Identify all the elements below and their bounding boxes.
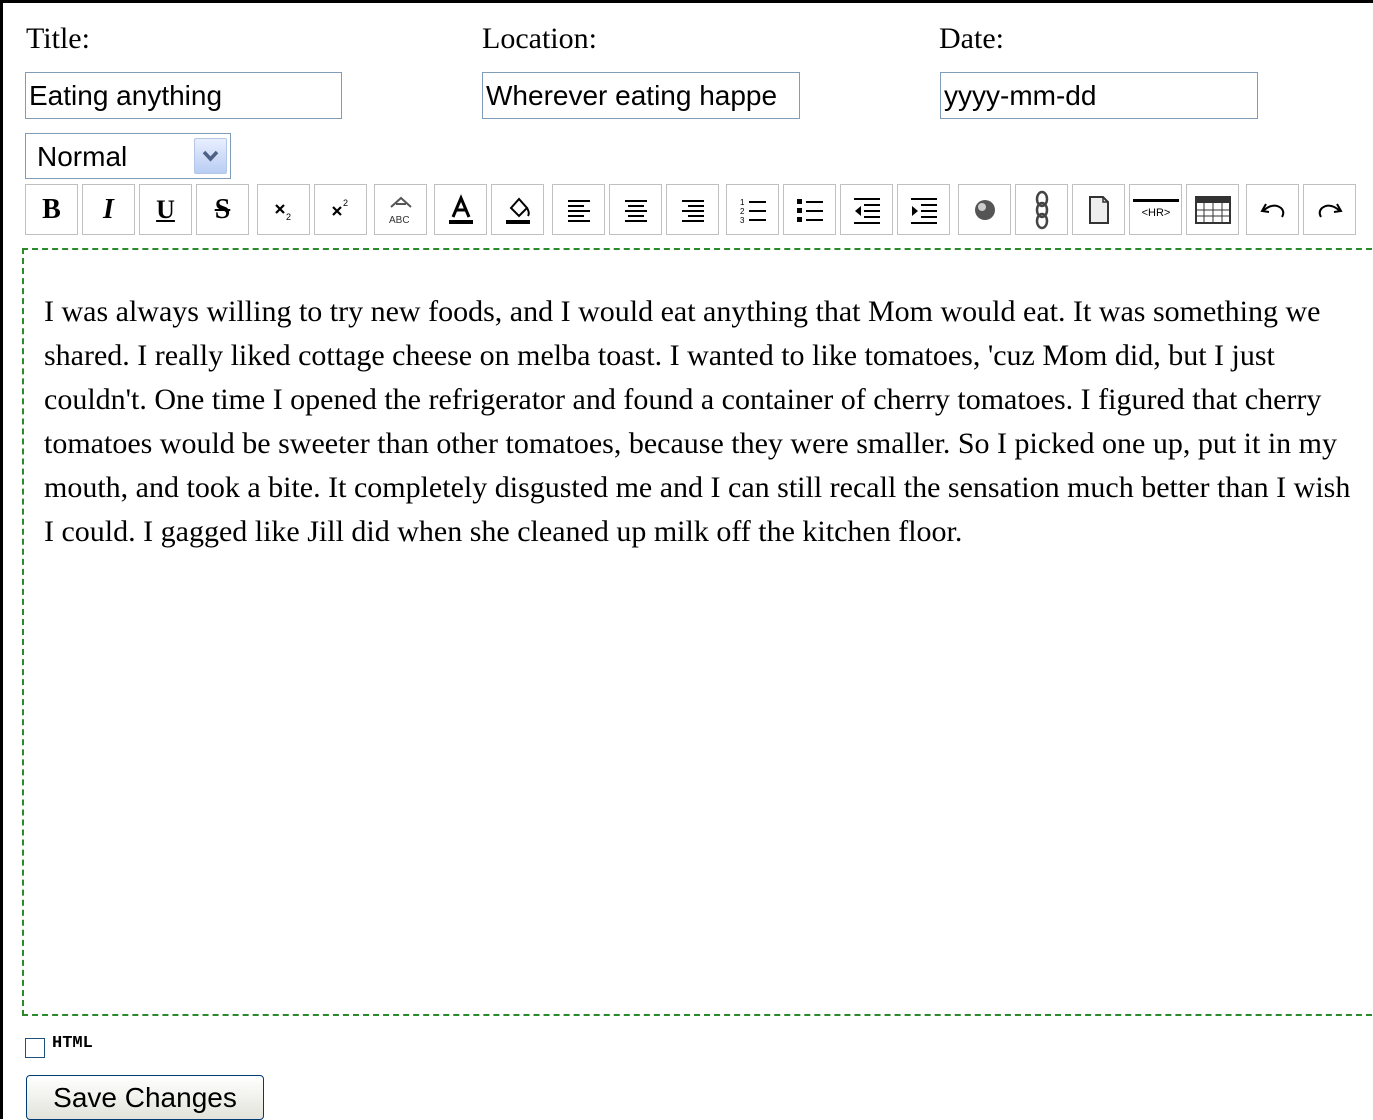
paragraph-style-select[interactable]: Normal (25, 133, 231, 179)
date-label: Date: (939, 22, 1004, 55)
strikethrough-icon: S (214, 193, 231, 225)
date-input[interactable]: yyyy-mm-dd (940, 72, 1258, 119)
spellcheck-icon: ABC (385, 193, 417, 227)
insert-image-button[interactable] (958, 184, 1011, 235)
indent-button[interactable] (897, 184, 950, 235)
outdent-icon (852, 195, 882, 225)
text-color-button[interactable] (434, 184, 487, 235)
italic-icon: I (103, 193, 114, 225)
align-left-button[interactable] (552, 184, 605, 235)
highlight-color-button[interactable] (491, 184, 544, 235)
superscript-icon: 2 (326, 195, 356, 225)
svg-text:ABC: ABC (389, 215, 410, 226)
bold-icon: B (42, 193, 61, 225)
superscript-button[interactable]: 2 (314, 184, 367, 235)
redo-button[interactable] (1303, 184, 1356, 235)
outdent-button[interactable] (840, 184, 893, 235)
location-input[interactable]: Wherever eating happe (482, 72, 800, 119)
align-right-icon (679, 197, 707, 223)
align-center-icon (622, 197, 650, 223)
redo-icon (1315, 198, 1345, 222)
svg-text:2: 2 (740, 207, 745, 216)
html-mode-label: HTML (52, 1034, 93, 1053)
chevron-down-icon[interactable] (194, 138, 227, 174)
ordered-list-button[interactable]: 123 (726, 184, 779, 235)
title-label: Title: (26, 22, 90, 55)
svg-text:3: 3 (740, 216, 745, 225)
unordered-list-button[interactable] (783, 184, 836, 235)
undo-button[interactable] (1246, 184, 1299, 235)
highlight-color-icon (502, 194, 534, 226)
subscript-button[interactable]: 2 (257, 184, 310, 235)
insert-page-button[interactable] (1072, 184, 1125, 235)
svg-text:2: 2 (343, 198, 348, 208)
insert-link-icon (1030, 190, 1054, 230)
rich-text-editor[interactable]: I was always willing to try new foods, a… (22, 248, 1373, 1016)
undo-icon (1258, 198, 1288, 222)
spellcheck-button[interactable]: ABC (374, 184, 427, 235)
paragraph-style-value: Normal (37, 141, 128, 172)
save-changes-button[interactable]: Save Changes (26, 1075, 264, 1120)
horizontal-rule-label: <HR> (1141, 207, 1170, 219)
svg-text:2: 2 (286, 212, 291, 222)
insert-link-button[interactable] (1015, 184, 1068, 235)
title-input[interactable]: Eating anything (25, 72, 342, 119)
bold-button[interactable]: B (25, 184, 78, 235)
strikethrough-button[interactable]: S (196, 184, 249, 235)
editor-content[interactable]: I was always willing to try new foods, a… (44, 290, 1359, 554)
location-label: Location: (482, 22, 597, 55)
svg-text:1: 1 (740, 198, 745, 207)
insert-image-icon (971, 196, 999, 224)
italic-button[interactable]: I (82, 184, 135, 235)
insert-table-button[interactable] (1186, 184, 1239, 235)
subscript-icon: 2 (269, 195, 299, 225)
horizontal-rule-button[interactable]: <HR> (1129, 184, 1182, 235)
horizontal-rule-icon: <HR> (1132, 198, 1180, 222)
align-right-button[interactable] (666, 184, 719, 235)
align-left-icon (565, 197, 593, 223)
text-color-icon (445, 193, 477, 226)
align-center-button[interactable] (609, 184, 662, 235)
insert-table-icon (1194, 195, 1231, 224)
indent-icon (909, 195, 939, 225)
html-mode-checkbox[interactable] (25, 1038, 45, 1058)
underline-button[interactable]: U (139, 184, 192, 235)
insert-page-icon (1087, 195, 1111, 225)
ordered-list-icon: 123 (738, 195, 768, 225)
unordered-list-icon (795, 195, 825, 225)
underline-icon: U (156, 194, 175, 224)
